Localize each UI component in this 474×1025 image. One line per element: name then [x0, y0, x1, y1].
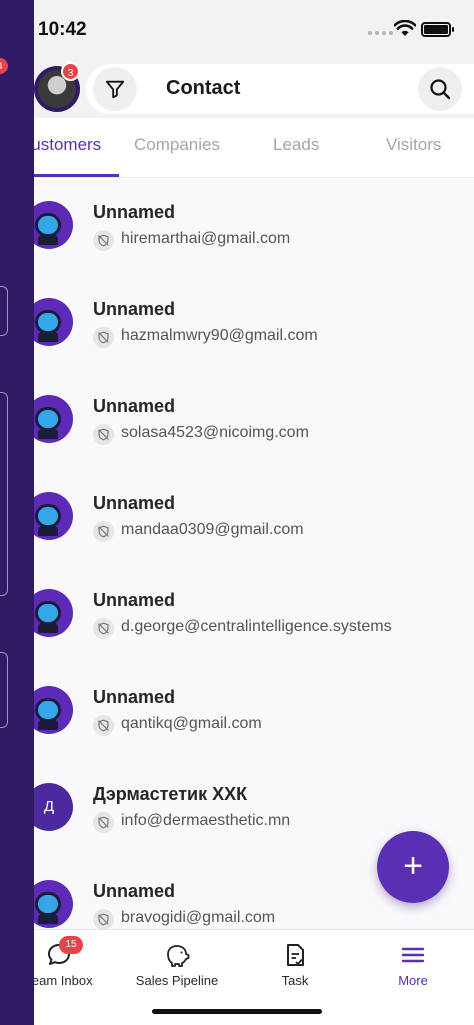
contact-row[interactable]: Unnamed mandaa0309@gmail.com: [0, 470, 474, 567]
contact-row[interactable]: Unnamed hiremarthai@gmail.com: [0, 179, 474, 276]
contact-name: Unnamed: [93, 590, 176, 610]
contact-email: qantikq@gmail.com: [121, 715, 262, 732]
drawer-notification-badge: 4: [0, 58, 8, 74]
tab-leads[interactable]: Leads: [273, 135, 319, 155]
home-indicator: [152, 1009, 322, 1014]
status-bar: 10:42: [0, 0, 474, 62]
unverified-shield-icon: [93, 909, 114, 929]
tab-visitors[interactable]: Visitors: [386, 135, 441, 155]
filter-icon: [105, 80, 125, 99]
piggy-bank-icon: [167, 945, 190, 967]
task-clipboard-icon: [287, 944, 304, 966]
nav-sales-pipeline[interactable]: Sales Pipeline: [118, 930, 236, 1000]
drawer-item-outline: [0, 286, 8, 336]
unverified-shield-icon: [93, 812, 114, 833]
unverified-shield-icon: [93, 618, 114, 639]
nav-label: Sales Pipeline: [135, 973, 219, 988]
header-bar: [86, 64, 474, 114]
unverified-shield-icon: [93, 230, 114, 251]
unverified-shield-icon: [93, 327, 114, 348]
contact-name: Unnamed: [93, 299, 176, 319]
contact-email: hazmalmwry90@gmail.com: [121, 327, 318, 344]
contact-row[interactable]: Unnamed qantikq@gmail.com: [0, 664, 474, 761]
tab-companies[interactable]: Companies: [134, 135, 220, 155]
unverified-shield-icon: [93, 521, 114, 542]
filter-button[interactable]: [93, 67, 137, 111]
contact-row[interactable]: Unnamed solasa4523@nicoimg.com: [0, 373, 474, 470]
search-icon: [430, 79, 451, 100]
contact-list: Unnamed hiremarthai@gmail.com Unnamed ha…: [0, 179, 474, 929]
contact-name: Unnamed: [93, 396, 176, 416]
unverified-shield-icon: [93, 715, 114, 736]
contact-tabs: Customers Companies Leads Visitors: [0, 118, 474, 178]
drawer-item-outline: [0, 392, 8, 596]
contact-name: Unnamed: [93, 881, 176, 901]
contact-email: d.george@centralintelligence.systems: [121, 618, 392, 635]
wifi-icon: [394, 20, 416, 36]
contact-name: Unnamed: [93, 202, 176, 222]
add-contact-button[interactable]: +: [377, 831, 449, 903]
nav-task[interactable]: Task: [236, 930, 354, 1000]
contact-name: Unnamed: [93, 687, 176, 707]
contact-row[interactable]: Unnamed d.george@centralintelligence.sys…: [0, 567, 474, 664]
contact-email: hiremarthai@gmail.com: [121, 230, 291, 247]
battery-icon: [421, 22, 454, 37]
contact-name: Unnamed: [93, 493, 176, 513]
drawer-item-outline: [0, 652, 8, 728]
contact-row[interactable]: Unnamed hazmalmwry90@gmail.com: [0, 276, 474, 373]
side-drawer-edge[interactable]: 4: [0, 0, 34, 1025]
nav-label: More: [398, 973, 428, 988]
nav-more[interactable]: More: [354, 930, 472, 1000]
contact-email: solasa4523@nicoimg.com: [121, 424, 309, 441]
unverified-shield-icon: [93, 424, 114, 445]
app-header: 3 Contact: [0, 62, 474, 118]
status-time: 10:42: [38, 19, 87, 40]
active-tab-indicator: [34, 174, 119, 177]
menu-lines-icon: [401, 947, 425, 963]
signal-dots-icon: [368, 31, 393, 35]
search-button[interactable]: [418, 67, 462, 111]
contact-email: info@dermaesthetic.mn: [121, 812, 291, 829]
contact-email: mandaa0309@gmail.com: [121, 521, 304, 538]
contact-email: bravogidi@gmail.com: [121, 909, 276, 926]
avatar-notification-badge: 3: [61, 62, 80, 81]
page-title: Contact: [166, 77, 241, 99]
nav-label: Task: [281, 973, 309, 988]
contact-name: Дэрмастетик ХХК: [93, 784, 248, 804]
inbox-badge: 15: [59, 936, 83, 954]
